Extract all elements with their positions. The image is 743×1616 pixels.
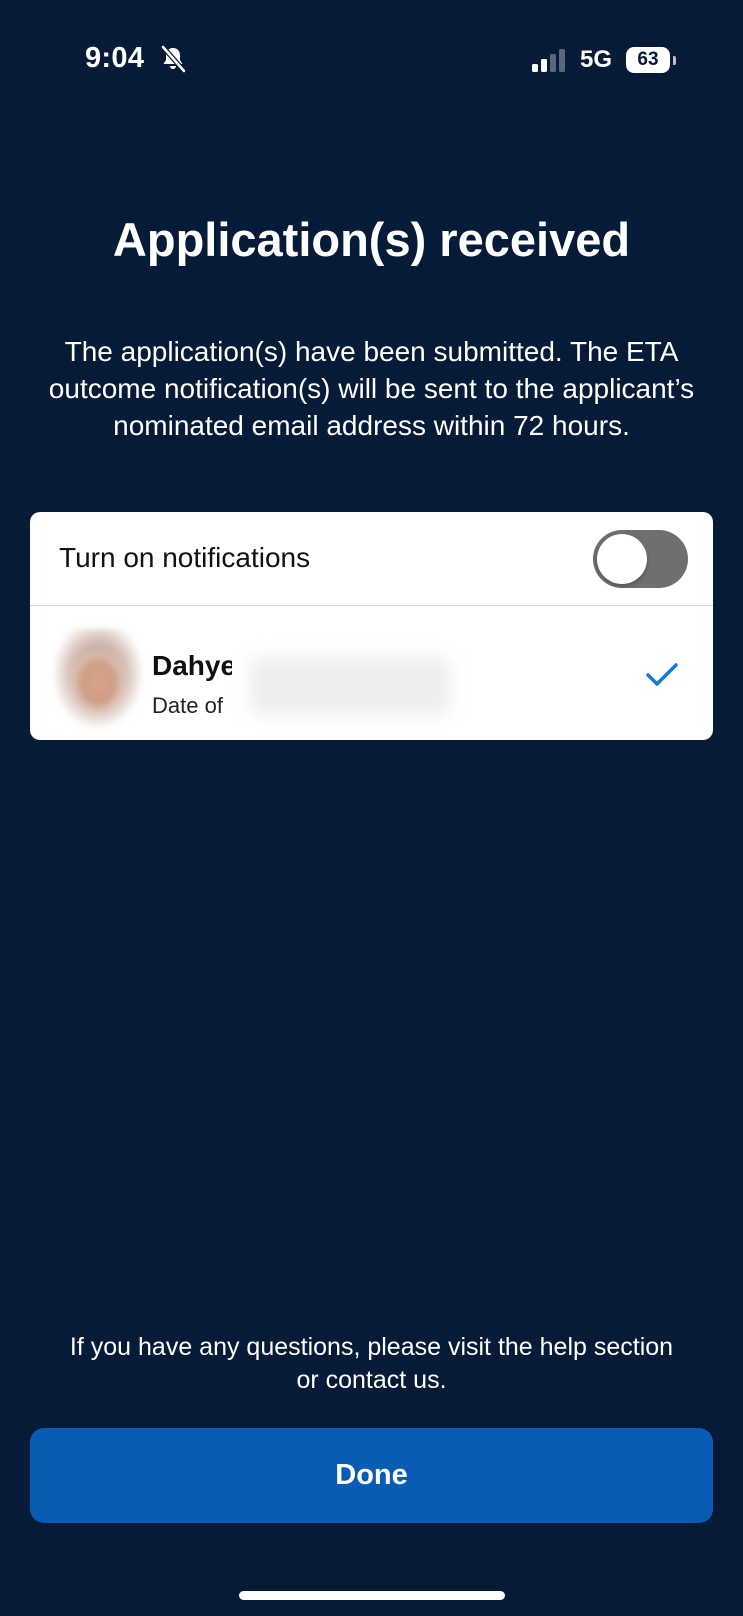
checkmark-icon — [646, 663, 678, 686]
cellular-signal-icon — [532, 49, 565, 72]
screen: 9:04 5G 63 Application(s) received The a… — [0, 0, 743, 1616]
battery-nub — [673, 56, 676, 65]
applicant-row[interactable]: Dahye Date of — [30, 607, 713, 740]
notifications-label: Turn on notifications — [59, 542, 311, 573]
redacted-area — [232, 635, 482, 735]
applicant-name: Dahye — [152, 650, 237, 681]
battery-indicator: 63 — [626, 47, 670, 73]
network-type: 5G — [580, 46, 613, 73]
done-button[interactable]: Done — [30, 1428, 713, 1523]
help-text: If you have any questions, please visit … — [69, 1333, 674, 1394]
notifications-toggle[interactable] — [593, 530, 688, 588]
applicant-dob-label: Date of — [152, 693, 223, 718]
battery-level: 63 — [637, 49, 659, 70]
home-indicator[interactable] — [239, 1591, 505, 1600]
confirmation-message: The application(s) have been submitted. … — [48, 336, 695, 441]
applicant-card: Turn on notifications Dahye Date of — [30, 512, 713, 740]
applicant-photo — [54, 629, 142, 740]
status-time: 9:04 — [85, 42, 145, 74]
notifications-row: Turn on notifications — [30, 512, 713, 606]
toggle-knob — [597, 534, 647, 584]
page-title: Application(s) received — [112, 213, 631, 266]
bell-slash-icon — [161, 45, 186, 73]
